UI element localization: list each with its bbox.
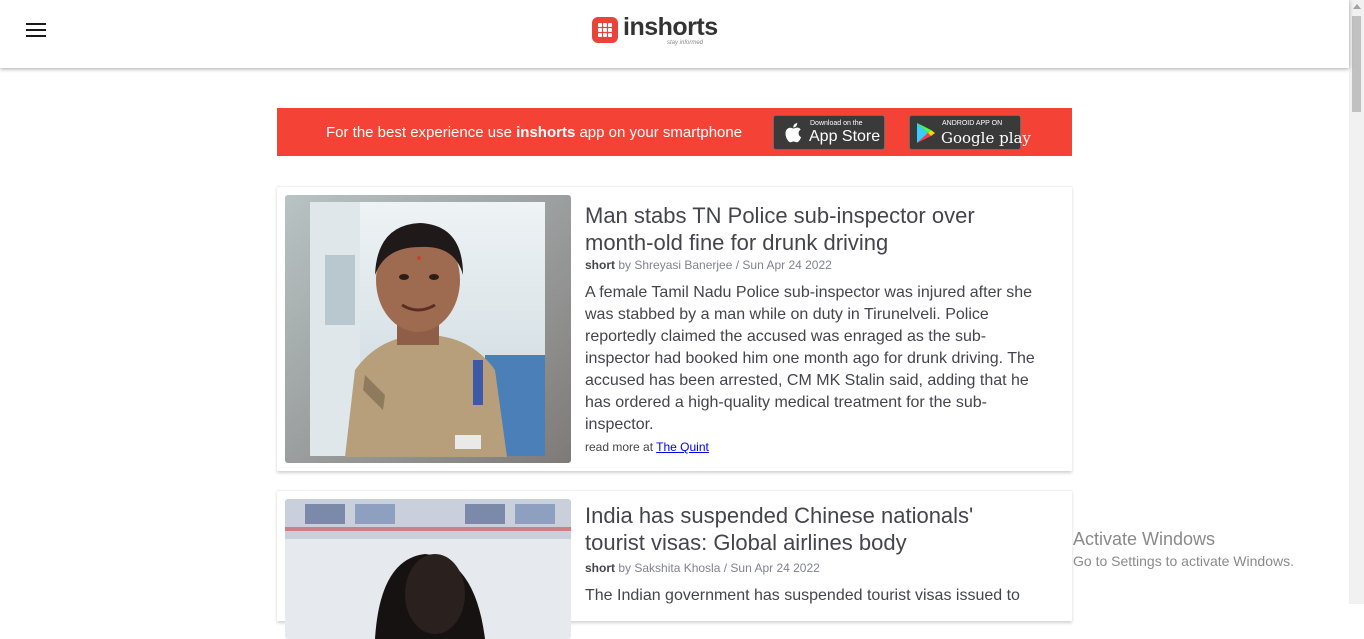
news-type: short [585,561,615,575]
hamburger-menu-icon[interactable] [26,22,46,38]
news-card: India has suspended Chinese nationals' t… [277,490,1072,639]
watermark-line1: Activate Windows [1073,529,1216,549]
news-date: Sun Apr 24 2022 [742,258,832,272]
play-store-icon [917,123,935,143]
google-play-small-text: ANDROID APP ON [942,120,1003,127]
watermark-line2: Go to Settings to activate Windows. [1073,553,1294,569]
news-meta: short by Sakshita Khosla / Sun Apr 24 20… [585,561,820,575]
read-more-label: read more at [585,440,657,454]
app-store-button[interactable]: Download on the App Store [773,115,885,150]
news-card: Man stabs TN Police sub-inspector over m… [277,186,1072,471]
inshorts-logo-icon [592,17,618,43]
activate-windows-watermark: Activate Windows Go to Settings to activ… [1073,529,1294,569]
news-title[interactable]: India has suspended Chinese nationals' t… [585,502,1015,556]
news-meta-separator: / [732,258,743,272]
scroll-up-arrow-icon[interactable] [1353,4,1361,9]
source-link[interactable]: The Quint [656,440,709,454]
news-title[interactable]: Man stabs TN Police sub-inspector over m… [585,202,1015,256]
news-type: short [585,258,615,272]
news-meta-separator: / [720,561,731,575]
news-photo-police-officer [285,195,571,463]
google-play-big-text: Google play [941,129,1031,147]
news-image[interactable] [285,195,571,463]
top-header: inshorts stay informed [0,0,1349,68]
logo-text: inshorts [623,13,718,41]
logo-tagline: stay informed [667,40,704,46]
news-author: Shreyasi Banerjee [634,258,733,272]
apple-icon [785,123,802,143]
news-by: by [615,258,635,272]
page-scrollbar[interactable] [1349,0,1364,604]
news-image[interactable] [285,499,571,639]
app-store-small-text: Download on the [810,120,863,127]
news-photo-airport [285,499,571,639]
news-author: Sakshita Khosla [634,561,721,575]
scrollbar-thumb[interactable] [1352,16,1361,112]
banner-text-before: For the best experience use [326,124,517,141]
banner-text: For the best experience use inshorts app… [326,124,742,141]
news-by: by [615,561,635,575]
banner-brand: inshorts [516,124,576,141]
news-body: A female Tamil Nadu Police sub-inspector… [585,284,1035,433]
app-store-big-text: App Store [809,128,881,145]
read-more: read more at The Quint [585,440,709,454]
banner-text-after: app on your smartphone [575,124,743,141]
news-date: Sun Apr 24 2022 [730,561,820,575]
google-play-button[interactable]: ANDROID APP ON Google play [909,115,1031,150]
app-download-banner: For the best experience use inshorts app… [277,108,1072,156]
news-meta: short by Shreyasi Banerjee / Sun Apr 24 … [585,258,832,272]
